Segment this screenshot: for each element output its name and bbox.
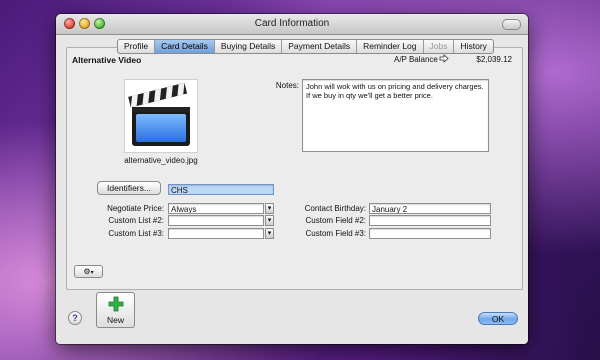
clapperboard-icon <box>128 82 190 146</box>
tab-jobs[interactable]: Jobs <box>424 40 455 53</box>
tab-history[interactable]: History <box>454 40 492 53</box>
negotiate-price-label: Negotiate Price: <box>107 204 164 213</box>
arrow-right-icon[interactable] <box>439 54 449 65</box>
window-title: Card Information <box>254 18 330 29</box>
help-button[interactable]: ? <box>68 311 82 325</box>
identifiers-field[interactable]: CHS <box>168 184 274 195</box>
card-name: Alternative Video <box>72 55 142 65</box>
help-icon: ? <box>72 313 78 323</box>
ok-button[interactable]: OK <box>478 312 518 325</box>
negotiate-price-dropdown-icon[interactable]: ▾ <box>265 203 274 214</box>
plus-icon <box>108 296 124 312</box>
ap-balance-value: $2,039.12 <box>476 55 512 64</box>
toolbar-toggle-button[interactable] <box>502 19 521 30</box>
image-caption: alternative_video.jpg <box>124 156 198 165</box>
ap-balance-label: A/P Balance <box>394 55 438 64</box>
notes-label: Notes: <box>275 81 299 90</box>
custom-list-2-dropdown-icon[interactable]: ▾ <box>265 215 274 226</box>
card-picture-frame[interactable] <box>124 79 198 153</box>
tab-bar: Profile Card Details Buying Details Paym… <box>117 39 494 54</box>
card-details-panel: Alternative Video A/P Balance $2,039.12 <box>66 47 523 290</box>
custom-list-2-select[interactable] <box>168 215 264 226</box>
action-menu-button[interactable]: ⚙▾ <box>74 265 103 278</box>
identifiers-button[interactable]: Identifiers... <box>97 181 161 195</box>
negotiate-price-select[interactable]: Always <box>168 203 264 214</box>
custom-field-2-input[interactable] <box>369 215 491 226</box>
custom-list-3-dropdown-icon[interactable]: ▾ <box>265 228 274 239</box>
contact-birthday-field[interactable]: January 2 <box>369 203 491 214</box>
custom-field-3-label: Custom Field #3: <box>305 229 366 238</box>
custom-list-2-label: Custom List #2: <box>108 216 164 225</box>
tab-profile[interactable]: Profile <box>118 40 156 53</box>
new-button-label: New <box>106 315 124 325</box>
titlebar: Card Information <box>56 14 528 35</box>
tab-card-details[interactable]: Card Details <box>155 40 215 53</box>
custom-list-3-select[interactable] <box>168 228 264 239</box>
custom-field-3-input[interactable] <box>369 228 491 239</box>
new-button[interactable]: New <box>96 292 135 328</box>
gear-icon: ⚙ <box>83 267 91 276</box>
custom-list-3-label: Custom List #3: <box>108 229 164 238</box>
tab-buying-details[interactable]: Buying Details <box>215 40 283 53</box>
tab-payment-details[interactable]: Payment Details <box>282 40 358 53</box>
chevron-down-icon: ▾ <box>90 270 94 276</box>
card-information-window: Card Information Alternative Video A/P B… <box>56 14 528 344</box>
contact-birthday-label: Contact Birthday: <box>304 204 366 213</box>
notes-textarea[interactable]: John will wok with us on pricing and del… <box>302 79 489 152</box>
tab-reminder-log[interactable]: Reminder Log <box>357 40 424 53</box>
custom-field-2-label: Custom Field #2: <box>305 216 366 225</box>
